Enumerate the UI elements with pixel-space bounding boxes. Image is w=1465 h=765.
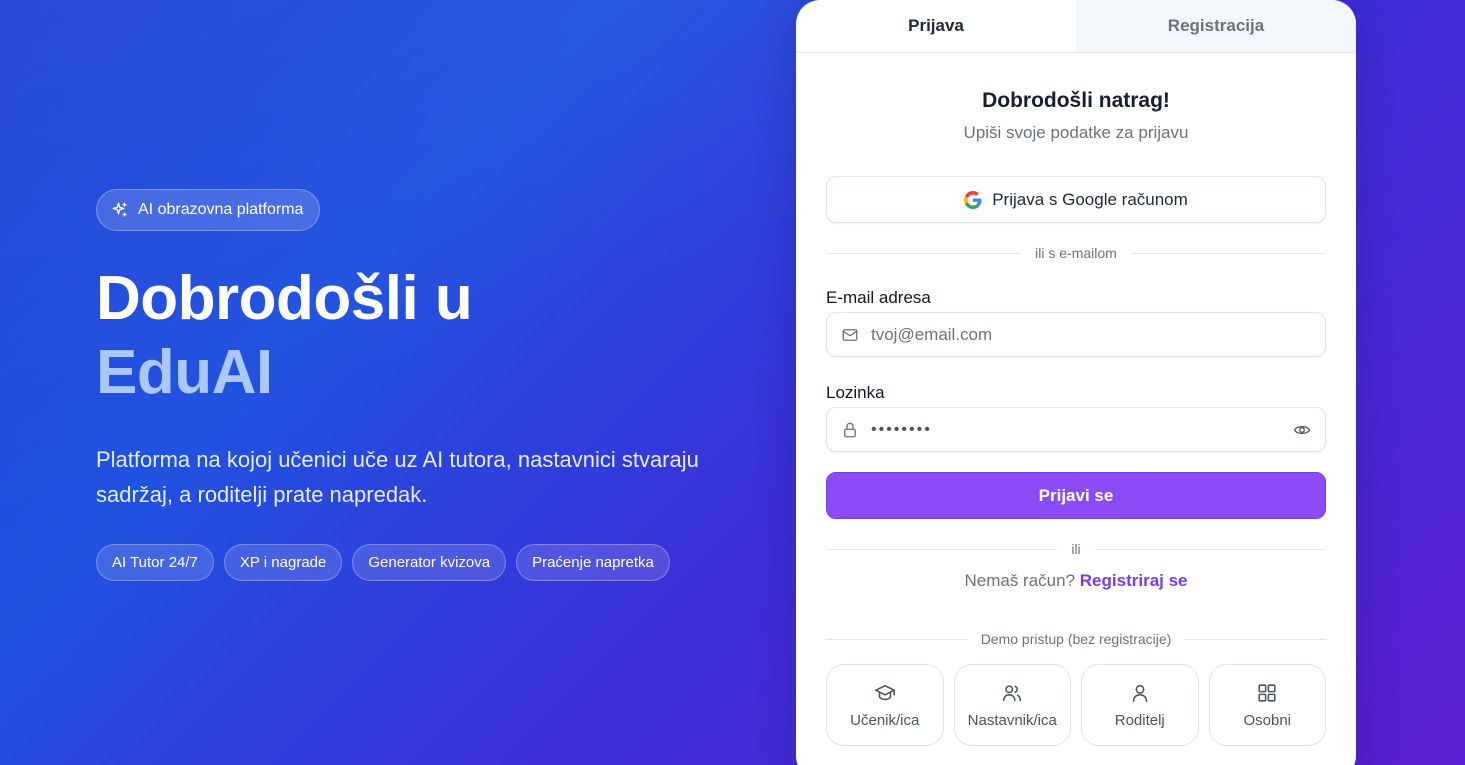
platform-badge: AI obrazovna platforma xyxy=(96,189,321,231)
badge-label: AI obrazovna platforma xyxy=(138,201,304,218)
divider-demo: Demo pristup (bez registracije) xyxy=(826,629,1326,649)
hero-subtitle: Platforma na kojoj učenici uče uz AI tut… xyxy=(96,447,699,507)
eye-icon[interactable] xyxy=(1293,421,1311,439)
signup-prompt: Nemaš račun? xyxy=(964,571,1076,590)
auth-card: Prijava Registracija Dobrodošli natrag! … xyxy=(796,0,1356,765)
hero-title: Dobrodošli u EduAI xyxy=(96,262,473,410)
divider-demo-label: Demo pristup (bez registracije) xyxy=(980,631,1172,647)
divider-or-label: ili xyxy=(1071,541,1081,557)
feature-chips: AI Tutor 24/7 XP i nagrade Generator kvi… xyxy=(96,544,670,581)
tab-register[interactable]: Registracija xyxy=(1076,0,1356,52)
feature-chip: AI Tutor 24/7 xyxy=(96,544,214,581)
auth-tabs: Prijava Registracija xyxy=(796,0,1356,53)
password-field-wrapper: •••••••• xyxy=(826,407,1326,452)
hero-title-brand: EduAI xyxy=(96,338,273,407)
divider-or: ili xyxy=(826,539,1326,559)
user-icon xyxy=(1132,684,1147,702)
demo-student-button[interactable]: Učenik/ica xyxy=(826,664,944,746)
login-submit-button[interactable]: Prijavi se xyxy=(826,472,1326,519)
users-icon xyxy=(1003,684,1022,701)
mail-icon xyxy=(842,328,858,341)
email-field-wrapper xyxy=(826,312,1326,357)
card-subtitle: Upiši svoje podatke za prijavu xyxy=(963,123,1189,142)
divider-email-label: ili s e-mailom xyxy=(1035,245,1117,261)
divider-email: ili s e-mailom xyxy=(826,243,1326,263)
feature-chip: Generator kvizova xyxy=(352,544,507,581)
email-label: E-mail adresa xyxy=(826,288,931,307)
tab-login[interactable]: Prijava xyxy=(796,0,1076,52)
google-login-button[interactable]: Prijava s Google računom xyxy=(826,176,1326,223)
demo-parent-label: Roditelj xyxy=(1114,711,1165,729)
demo-teacher-label: Nastavnik/ica xyxy=(967,711,1057,729)
signup-row: Nemaš račun? Registriraj se xyxy=(796,571,1356,591)
demo-student-label: Učenik/ica xyxy=(850,711,920,729)
hero-title-line1: Dobrodošli u xyxy=(96,264,473,333)
demo-personal-button[interactable]: Osobni xyxy=(1208,664,1326,746)
password-field[interactable]: •••••••• xyxy=(871,421,1281,439)
google-login-label: Prijava s Google računom xyxy=(992,189,1188,209)
demo-personal-label: Osobni xyxy=(1243,711,1292,729)
graduation-cap-icon xyxy=(874,684,895,700)
lock-icon xyxy=(844,422,856,437)
google-icon xyxy=(964,190,982,209)
feature-chip: XP i nagrade xyxy=(223,544,343,581)
demo-teacher-button[interactable]: Nastavnik/ica xyxy=(953,664,1071,746)
signup-link[interactable]: Registriraj se xyxy=(1080,571,1188,590)
demo-roles: Učenik/ica Nastavnik/ica Roditelj Osobni xyxy=(826,664,1326,746)
feature-chip: Praćenje napretka xyxy=(516,544,670,581)
password-label: Lozinka xyxy=(826,383,885,402)
card-title: Dobrodošli natrag! xyxy=(982,89,1170,112)
sparkles-icon xyxy=(112,202,127,217)
email-field[interactable] xyxy=(871,313,1311,356)
grid-icon xyxy=(1258,683,1276,702)
demo-parent-button[interactable]: Roditelj xyxy=(1081,664,1199,746)
